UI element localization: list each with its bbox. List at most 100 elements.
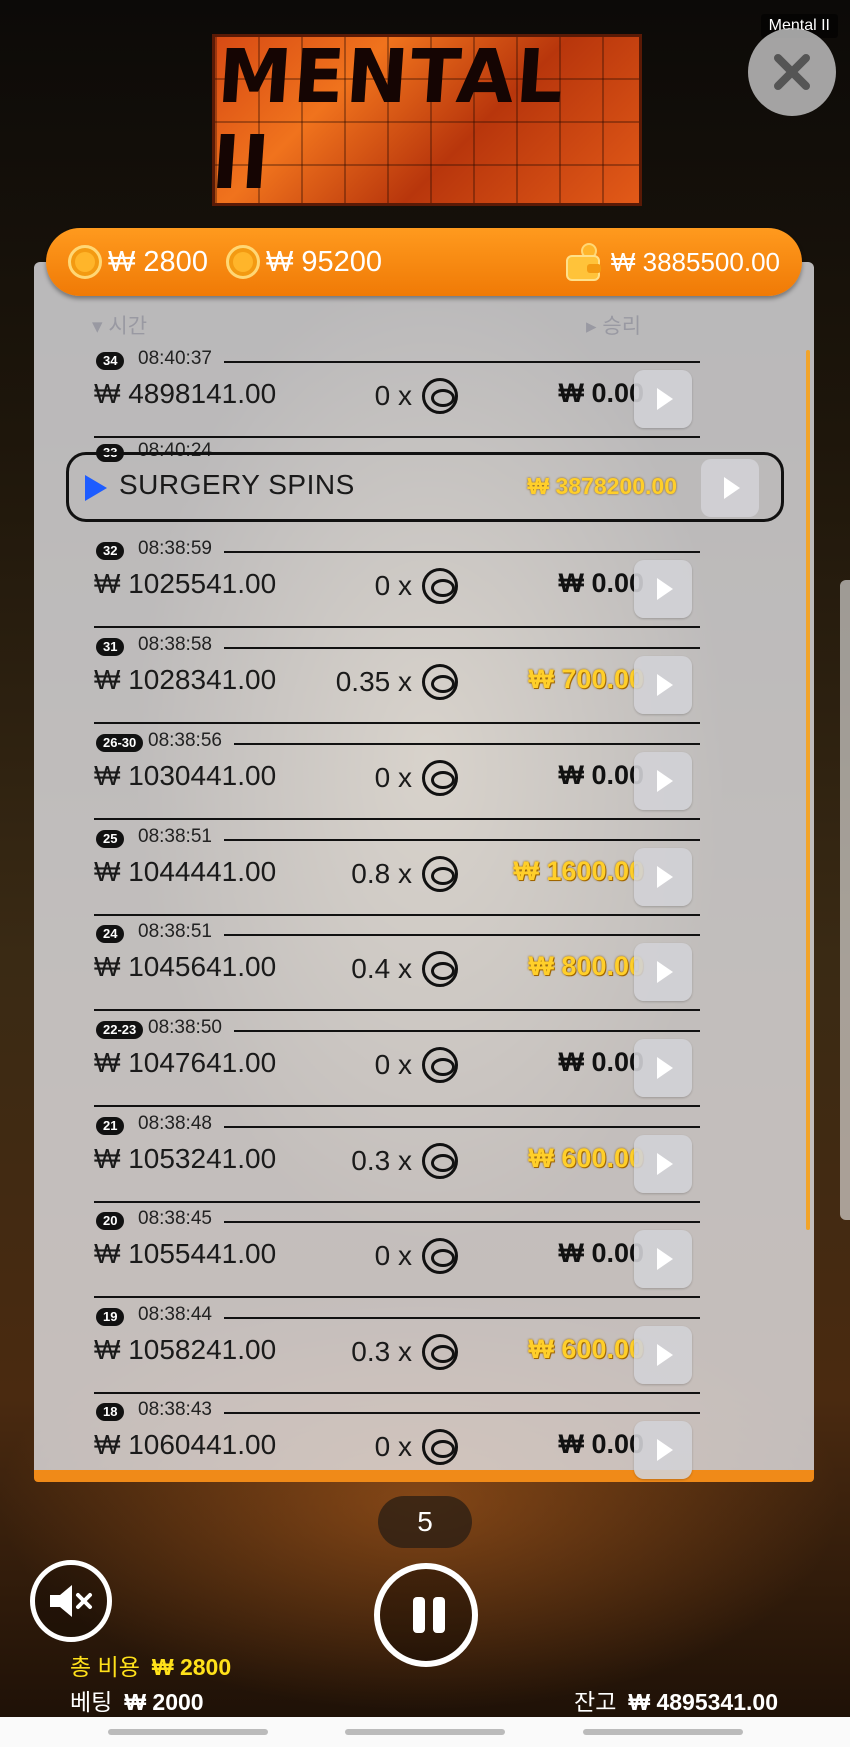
round-badge: 26-30 [96,734,144,752]
divider [234,743,700,745]
replay-button[interactable] [634,560,692,618]
round-time: 08:38:44 [138,1304,212,1325]
round-time: 08:38:59 [138,538,212,559]
divider [224,934,700,936]
header-time[interactable]: ▾ 시간 [92,310,147,340]
autoplay-counter: 5 [378,1496,472,1548]
history-row: 19 08:38:44 ₩ 1058241.00 0.3 x ₩ 600.00 [34,1304,814,1400]
nav-handle[interactable] [345,1729,505,1735]
win-summary-value: ₩ 95200 [265,245,383,278]
history-row: 26-30 08:38:56 ₩ 1030441.00 0 x ₩ 0.00 [34,730,814,826]
round-balance: ₩ 1053241.00 [94,1143,277,1174]
divider [94,1201,700,1203]
pause-button[interactable] [374,1563,478,1667]
round-multiplier: 0.3 x [351,1334,458,1370]
wallet-icon [565,243,601,281]
replay-button[interactable] [634,1421,692,1479]
round-badge: 24 [96,925,125,943]
bet-summary: ₩ 2800 [68,245,208,279]
round-balance: ₩ 1060441.00 [94,1429,277,1460]
round-balance: ₩ 4898141.00 [94,378,277,409]
coin-icon [422,760,458,796]
round-badge: 20 [96,1212,125,1230]
round-balance: ₩ 1025541.00 [94,568,277,599]
history-row: 21 08:38:48 ₩ 1053241.00 0.3 x ₩ 600.00 [34,1113,814,1209]
coin-icon [68,245,102,279]
divider [94,1296,700,1298]
bet-value: ₩ 2000 [124,1689,204,1715]
close-icon [774,54,810,90]
replay-button[interactable] [634,752,692,810]
replay-button[interactable] [701,459,759,517]
mute-button[interactable] [30,1560,112,1642]
replay-button[interactable] [634,943,692,1001]
round-balance: ₩ 1058241.00 [94,1334,277,1365]
nav-handle[interactable] [583,1729,743,1735]
round-balance: ₩ 1028341.00 [94,664,277,695]
round-win: ₩ 800.00 [528,951,644,981]
divider [224,361,700,363]
round-badge: 22-23 [96,1021,144,1039]
replay-button[interactable] [634,370,692,428]
round-time: 08:38:50 [148,1017,222,1038]
balance-value: ₩ 4895341.00 [628,1689,778,1715]
special-round-win: ₩ 3878200.00 [527,473,677,499]
replay-button[interactable] [634,1135,692,1193]
divider [94,436,700,438]
total-cost: 총 비용 ₩ 2800 [70,1648,231,1682]
divider [94,818,700,820]
history-row: 20 08:38:45 ₩ 1055441.00 0 x ₩ 0.00 [34,1208,814,1304]
balance: 잔고 ₩ 4895341.00 [574,1683,778,1717]
round-balance: ₩ 1044441.00 [94,856,277,887]
balance-label: 잔고 [574,1689,617,1715]
special-round-row[interactable]: SURGERY SPINS ₩ 3878200.00 [66,452,784,522]
round-time: 08:40:37 [138,348,212,369]
history-row: 24 08:38:51 ₩ 1045641.00 0.4 x ₩ 800.00 [34,921,814,1017]
balance-summary-value: ₩ 3885500.00 [610,246,780,277]
divider [94,1009,700,1011]
replay-button[interactable] [634,656,692,714]
balance-summary: ₩ 3885500.00 [565,242,780,282]
header-win[interactable]: ▸ 승리 [586,310,641,340]
coin-icon [422,1238,458,1274]
round-balance: ₩ 1047641.00 [94,1047,277,1078]
scrollbar[interactable] [806,350,810,1230]
history-row: 32 08:38:59 ₩ 1025541.00 0 x ₩ 0.00 [34,538,814,634]
coin-icon [422,856,458,892]
round-time: 08:38:58 [138,634,212,655]
divider [224,1221,700,1223]
divider [94,1392,700,1394]
coin-icon [422,664,458,700]
nav-handle[interactable] [108,1729,268,1735]
summary-bar: ₩ 2800 ₩ 95200 ₩ 3885500.00 [46,228,802,296]
coin-icon [422,951,458,987]
game-logo: MENTAL II [212,34,642,206]
replay-button[interactable] [634,1230,692,1288]
coin-icon [422,1143,458,1179]
round-win: ₩ 600.00 [528,1143,644,1173]
round-multiplier: 0 x [375,1429,458,1465]
round-balance: ₩ 1030441.00 [94,760,277,791]
divider [94,626,700,628]
round-badge: 32 [96,542,125,560]
divider [224,1126,700,1128]
speaker-muted-icon [50,1585,92,1617]
bet-label: 베팅 [70,1689,113,1715]
coin-icon [422,568,458,604]
round-badge: 31 [96,638,125,656]
round-badge: 21 [96,1117,125,1135]
divider [234,1030,700,1032]
divider [224,1317,700,1319]
replay-button[interactable] [634,848,692,906]
round-win: ₩ 0.00 [558,378,644,408]
round-multiplier: 0.3 x [351,1143,458,1179]
round-win: ₩ 0.00 [558,1238,644,1268]
round-time: 08:38:51 [138,921,212,942]
side-pull-tab[interactable] [840,580,850,1220]
history-row: 31 08:38:58 ₩ 1028341.00 0.35 x ₩ 700.00 [34,634,814,730]
replay-button[interactable] [634,1039,692,1097]
round-multiplier: 0 x [375,1238,458,1274]
close-button[interactable] [748,28,836,116]
replay-button[interactable] [634,1326,692,1384]
coin-icon [422,378,458,414]
